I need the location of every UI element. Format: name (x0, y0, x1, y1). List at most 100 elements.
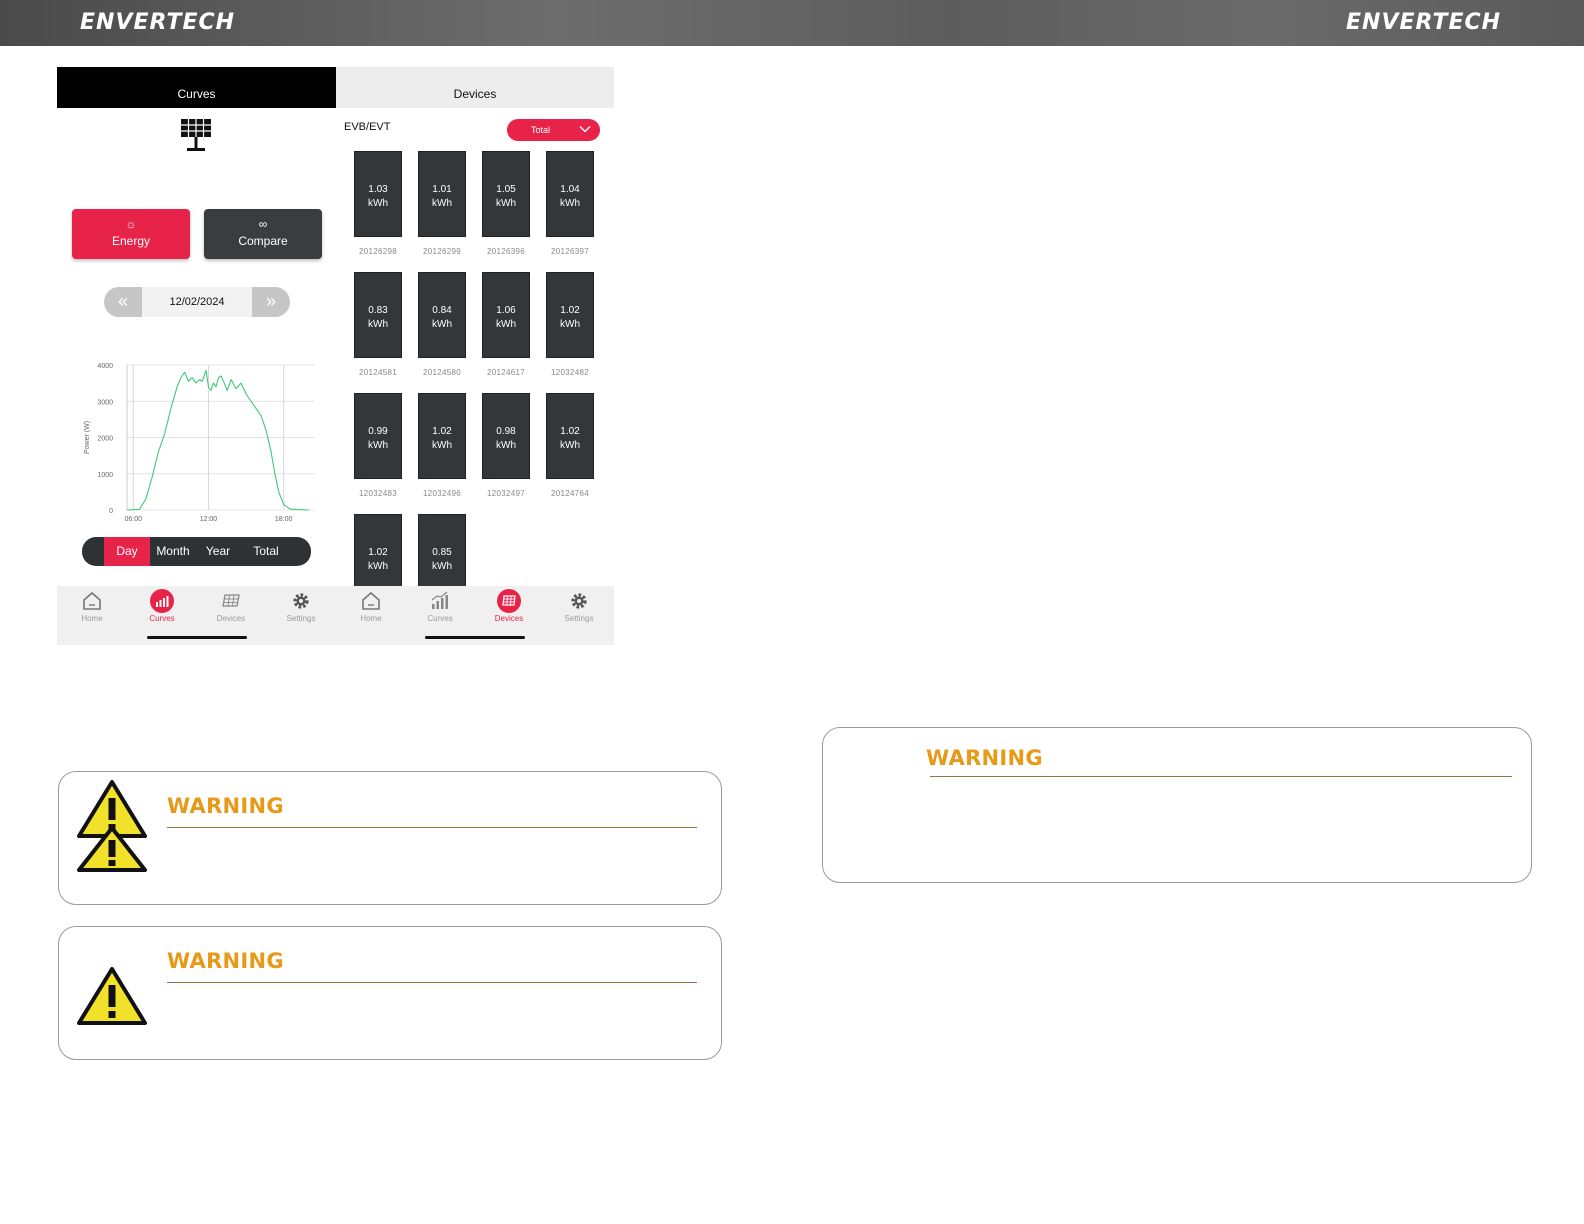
device-energy-value: 1.02 (560, 305, 580, 316)
device-energy-value: 1.02 (432, 426, 452, 437)
y-tick-label: 0 (109, 508, 113, 515)
warning-triangle-icon (77, 826, 147, 872)
device-energy: 1.01 kWh (418, 151, 466, 237)
nav-settings-label: Settings (286, 614, 316, 623)
device-card[interactable]: 1.05 kWh 20126396 (482, 151, 530, 256)
device-energy: 1.02 kWh (418, 393, 466, 479)
home-indicator (425, 636, 525, 639)
device-energy-unit: kWh (496, 198, 516, 209)
device-energy-unit: kWh (432, 198, 452, 209)
warning-box-2: WARNING (58, 926, 722, 1060)
nav-curves-label: Curves (149, 614, 175, 623)
y-tick-label: 1000 (97, 472, 113, 479)
nav-settings-label: Settings (564, 614, 594, 623)
warning-triangle-icon (77, 967, 147, 1025)
device-serial: 20126298 (359, 247, 397, 256)
header-bar: ENVERTECH ENVERTECH (0, 0, 1584, 46)
nav-curves-label: Curves (427, 614, 453, 623)
nav-home[interactable]: Home (341, 589, 401, 623)
compare-label: Compare (238, 234, 288, 248)
device-energy: 0.98 kWh (482, 393, 530, 479)
warning-underline (930, 776, 1512, 777)
bar-chart-icon (431, 591, 448, 609)
device-energy-value: 1.02 (368, 547, 388, 558)
device-card[interactable]: 1.03 kWh 20126298 (354, 151, 402, 256)
device-card[interactable]: 1.04 kWh 20126397 (546, 151, 594, 256)
device-card[interactable]: 0.83 kWh 20124581 (354, 272, 402, 377)
energy-button[interactable]: ☼ Energy (72, 209, 190, 259)
device-serial: 12032482 (551, 368, 589, 377)
nav-devices[interactable]: Devices (201, 589, 261, 623)
gear-icon (571, 593, 587, 609)
nav-devices[interactable]: Devices (479, 589, 539, 623)
previous-date-button[interactable]: « (104, 287, 142, 317)
period-month-tab[interactable]: Month (152, 537, 194, 566)
device-energy: 1.03 kWh (354, 151, 402, 237)
period-selector: Day Month Year Total (82, 537, 311, 566)
y-tick-label: 3000 (97, 399, 113, 406)
device-serial: 20124764 (551, 489, 589, 498)
nav-curves[interactable]: Curves (410, 589, 470, 623)
solar-grid-icon (222, 594, 240, 607)
device-card[interactable]: 1.02 kWh 12032482 (546, 272, 594, 377)
device-card[interactable]: 0.84 kWh 20124580 (418, 272, 466, 377)
device-energy-value: 1.06 (496, 305, 516, 316)
home-icon (83, 591, 101, 610)
device-energy: 1.05 kWh (482, 151, 530, 237)
y-tick-label: 4000 (97, 363, 113, 370)
device-serial: 12032497 (487, 489, 525, 498)
device-card[interactable]: 1.06 kWh 20124617 (482, 272, 530, 377)
power-chart: 0 1000 2000 3000 4000 06:00 12:00 18:00 Power (W… (84, 363, 315, 523)
next-date-button[interactable]: » (252, 287, 290, 317)
device-card[interactable]: 1.01 kWh 20126299 (418, 151, 466, 256)
device-energy-value: 1.03 (368, 184, 388, 195)
infinity-icon: ∞ (258, 217, 268, 231)
gear-icon (293, 593, 309, 609)
total-filter-dropdown[interactable]: Total (507, 119, 600, 141)
bottom-navigation: Home Curves Devices Settings (57, 586, 336, 645)
device-serial: 20124581 (359, 368, 397, 377)
nav-devices-label: Devices (494, 614, 524, 623)
compare-button[interactable]: ∞ Compare (204, 209, 322, 259)
device-energy-unit: kWh (560, 319, 580, 330)
warning-title: WARNING (926, 746, 1043, 770)
nav-home-label: Home (81, 614, 103, 623)
solar-grid-icon (497, 589, 521, 613)
nav-curves[interactable]: Curves (132, 589, 192, 623)
tab-devices[interactable]: Devices (336, 67, 614, 108)
period-day-tab[interactable]: Day (104, 537, 150, 566)
y-axis-label: Power (W) (84, 421, 91, 454)
device-energy-value: 1.01 (432, 184, 452, 195)
device-energy: 1.04 kWh (546, 151, 594, 237)
device-group-label: EVB/EVT (344, 121, 391, 133)
warning-title: WARNING (167, 794, 284, 818)
device-energy: 0.99 kWh (354, 393, 402, 479)
tab-curves[interactable]: Curves (57, 67, 336, 108)
device-energy-unit: kWh (560, 440, 580, 451)
device-energy: 1.06 kWh (482, 272, 530, 358)
device-energy: 0.84 kWh (418, 272, 466, 358)
device-card[interactable]: 0.99 kWh 12032483 (354, 393, 402, 498)
device-card[interactable]: 0.98 kWh 12032497 (482, 393, 530, 498)
device-serial: 12032496 (423, 489, 461, 498)
nav-devices-label: Devices (216, 614, 246, 623)
warning-underline (167, 982, 697, 983)
nav-home[interactable]: Home (62, 589, 122, 623)
device-energy-unit: kWh (496, 440, 516, 451)
device-energy-unit: kWh (368, 319, 388, 330)
nav-settings[interactable]: Settings (271, 589, 331, 623)
period-year-tab[interactable]: Year (200, 537, 236, 566)
home-icon (362, 591, 380, 610)
x-tick-label: 06:00 (125, 516, 143, 523)
device-card[interactable]: 1.02 kWh 20124764 (546, 393, 594, 498)
y-tick-label: 2000 (97, 436, 113, 443)
power-series-line (126, 369, 309, 511)
devices-screen: Devices EVB/EVT Total 1.03 kWh 20126298 1.0… (336, 67, 614, 645)
brand-logo-right: ENVERTECH (1346, 10, 1502, 35)
device-card[interactable]: 1.02 kWh 12032496 (418, 393, 466, 498)
brand-logo-left: ENVERTECH (80, 10, 236, 35)
total-filter-value: Total (531, 125, 551, 135)
nav-settings[interactable]: Settings (549, 589, 609, 623)
period-total-tab[interactable]: Total (246, 537, 286, 566)
device-energy-value: 0.99 (368, 426, 388, 437)
